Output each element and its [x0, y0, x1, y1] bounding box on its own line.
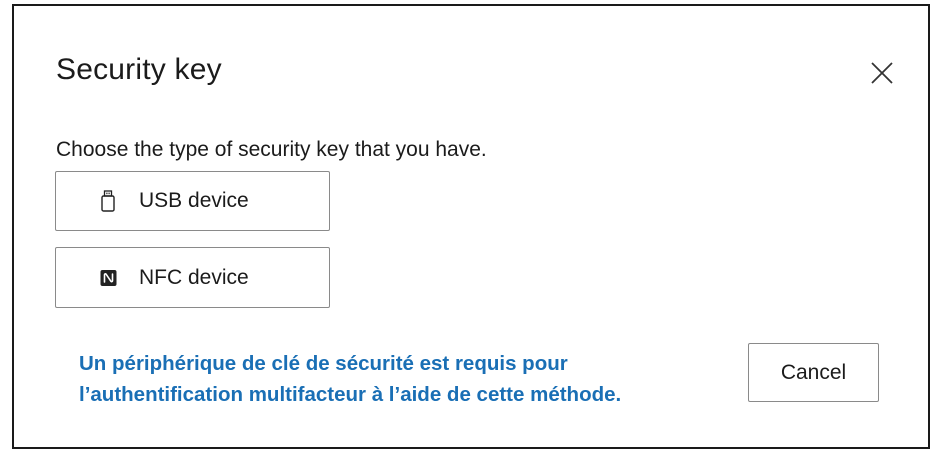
usb-device-label: USB device: [139, 189, 249, 212]
nfc-icon: [100, 269, 117, 286]
cancel-label: Cancel: [780, 360, 847, 384]
close-icon: [871, 62, 893, 84]
cancel-button[interactable]: Cancel: [748, 343, 879, 402]
nfc-device-label: NFC device: [139, 265, 249, 289]
dialog-title: Security key: [56, 53, 222, 86]
usb-device-button[interactable]: USB device: [55, 171, 330, 231]
dialog-prompt: Choose the type of security key that you…: [56, 138, 487, 161]
usb-drive-icon: [101, 190, 115, 212]
close-button[interactable]: [869, 60, 895, 86]
nfc-device-button[interactable]: NFC device: [55, 247, 330, 308]
security-key-dialog: Security key Choose the type of security…: [12, 4, 930, 449]
mfa-requirement-note: Un périphérique de clé de sécurité est r…: [79, 352, 622, 406]
